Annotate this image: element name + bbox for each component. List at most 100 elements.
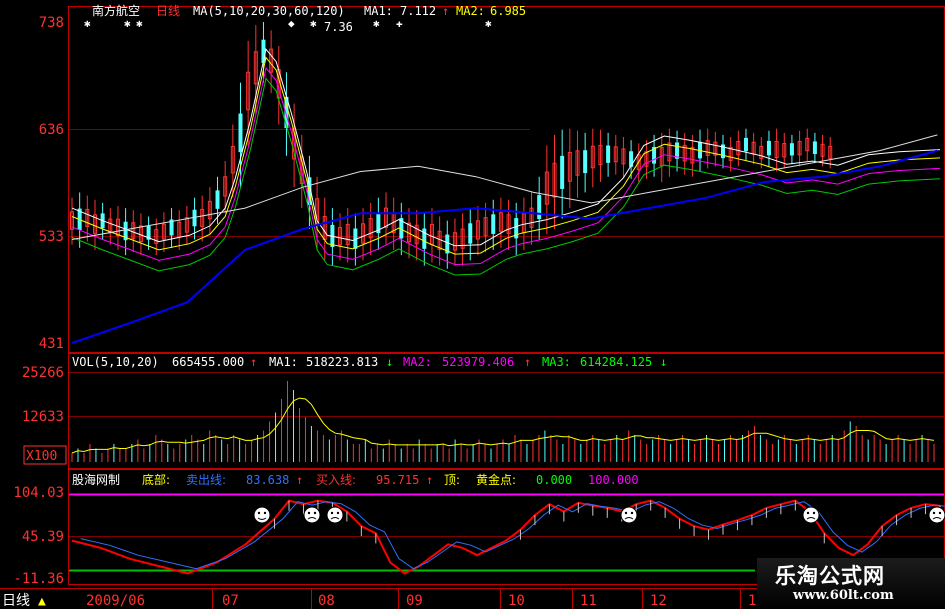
candle-body <box>812 141 817 155</box>
y-tick: 12633 <box>22 409 64 425</box>
vol-ma2-arrow: ↑ <box>524 355 531 369</box>
vol-ma1-arrow: ↓ <box>386 355 393 369</box>
vol-ma2-label: MA2: <box>403 355 432 369</box>
chart-canvas[interactable]: ✱ ✱ ✱ ◆ ✱ ✱ ✚ ✱ 南方航空 日线 MA(5,10,20,30,60… <box>0 0 945 609</box>
vol-title: VOL(5,10,20) <box>72 355 159 369</box>
main-panel-frame <box>68 6 945 353</box>
x-tick: 1 <box>748 593 756 609</box>
vol-ma1-label: MA1: <box>269 355 298 369</box>
x-tick: 10 <box>508 593 525 609</box>
ma1-arrow: ↑ <box>442 4 449 18</box>
star-marker: ✱ <box>136 17 143 30</box>
period-button-triangle-icon[interactable]: ▲ <box>38 594 46 609</box>
ma6-line <box>71 149 938 344</box>
y-tick: 533 <box>39 229 64 245</box>
gold-label: 黄金点: <box>476 472 516 487</box>
candle-body <box>606 145 611 163</box>
star-marker: ✱ <box>373 17 380 30</box>
vol-ma3-arrow: ↓ <box>660 355 667 369</box>
main-y-axis: 738 636 533 431 <box>39 15 64 352</box>
y-tick: 636 <box>39 122 64 138</box>
watermark-url: www.60lt.com <box>793 588 894 603</box>
ma2-label: MA2: <box>456 4 485 18</box>
y-tick: 45.39 <box>22 529 64 545</box>
ma1-label: MA1: <box>364 4 393 18</box>
sell-arrow: ↑ <box>296 473 303 487</box>
star-marker: ◆ <box>288 17 295 30</box>
x-tick: 07 <box>222 593 239 609</box>
vol-header: VOL(5,10,20) 665455.000 ↑ MA1: 518223.81… <box>72 355 667 369</box>
face-icon <box>253 506 271 524</box>
candle-body <box>468 223 473 244</box>
y-tick: 25266 <box>22 365 64 381</box>
candle-body <box>537 195 542 220</box>
candle-body <box>192 209 197 227</box>
top-label: 顶: <box>444 473 460 487</box>
candle-body <box>238 113 243 153</box>
vol-ma2-value: 523979.406 <box>442 355 514 369</box>
period-button[interactable]: 日线 <box>2 593 30 609</box>
vol-y-axis: 25266 12633 <box>22 365 64 425</box>
buy-arrow: ↑ <box>426 473 433 487</box>
candle-body <box>675 142 680 159</box>
y-tick: 431 <box>39 336 64 352</box>
stock-chart-window: ✱ ✱ ✱ ◆ ✱ ✱ ✚ ✱ 南方航空 日线 MA(5,10,20,30,60… <box>0 0 945 609</box>
buy-value: 95.715 <box>376 473 419 487</box>
extra-value: 100.000 <box>588 473 639 487</box>
indicator-face-markers <box>253 506 945 524</box>
vol-arrow: ↑ <box>250 355 257 369</box>
star-marker: ✱ <box>485 17 492 30</box>
sell-value: 83.638 <box>246 473 289 487</box>
candle-body <box>766 140 771 156</box>
volume-bars-layer <box>71 381 935 462</box>
ma-header: MA(5,10,20,30,60,120) <box>193 4 345 18</box>
peak-price-label: 7.36 <box>324 20 353 34</box>
bottom-label: 底部: <box>142 472 170 487</box>
period-label: 日线 <box>156 4 180 18</box>
buy-label: 买入线: <box>316 473 356 487</box>
face-icon <box>928 506 945 524</box>
candle-body <box>560 155 565 189</box>
x-tick: 12 <box>650 593 667 609</box>
candle-body <box>583 150 588 174</box>
candle-body <box>215 190 220 209</box>
indicator-header: 股海网制 底部: 卖出线: 83.638 ↑ 买入线: 95.715 ↑ 顶: … <box>72 472 639 487</box>
star-marker: ✱ <box>310 17 317 30</box>
star-marker: ✱ <box>84 17 91 30</box>
candle-body <box>169 219 174 236</box>
watermark-title: 乐淘公式网 <box>775 564 885 588</box>
stock-name: 南方航空 <box>92 3 140 18</box>
vol-ma3-value: 614284.125 <box>580 355 652 369</box>
face-icon <box>303 506 321 524</box>
indicator-name: 股海网制 <box>72 472 120 487</box>
ma1-value: 7.112 <box>400 4 436 18</box>
y-tick: 104.03 <box>13 485 64 501</box>
star-marker: ✱ <box>124 17 131 30</box>
sell-label: 卖出线: <box>186 473 226 487</box>
candle-body <box>743 137 748 152</box>
x-tick: 09 <box>406 593 423 609</box>
vol-ma3-label: MA3: <box>542 355 571 369</box>
candle-body <box>789 143 794 156</box>
star-marker: ✚ <box>396 17 403 30</box>
signal-stars: ✱ ✱ ✱ ◆ ✱ ✱ ✚ ✱ <box>84 17 492 30</box>
y-tick: 738 <box>39 15 64 31</box>
x-tick: 11 <box>580 593 597 609</box>
ma2-value: 6.985 <box>490 4 526 18</box>
x-tick: 2009/06 <box>86 593 145 609</box>
face-icon <box>326 506 344 524</box>
vol-value: 665455.000 <box>172 355 244 369</box>
face-icon <box>802 506 820 524</box>
panel-frames <box>68 6 945 585</box>
vol-ma1-value: 518223.813 <box>306 355 378 369</box>
vol-unit: X100 <box>26 449 57 464</box>
indicator-y-axis: 104.03 45.39 -11.36 <box>13 485 64 587</box>
x-tick: 08 <box>318 593 335 609</box>
watermark: 乐淘公式网 www.60lt.com <box>757 558 945 609</box>
vol-panel-frame <box>68 353 945 469</box>
ma4-line <box>71 77 941 276</box>
y-tick: -11.36 <box>13 571 64 587</box>
candle-body <box>491 214 496 234</box>
face-icon <box>620 506 638 524</box>
gold-value: 0.000 <box>536 473 572 487</box>
